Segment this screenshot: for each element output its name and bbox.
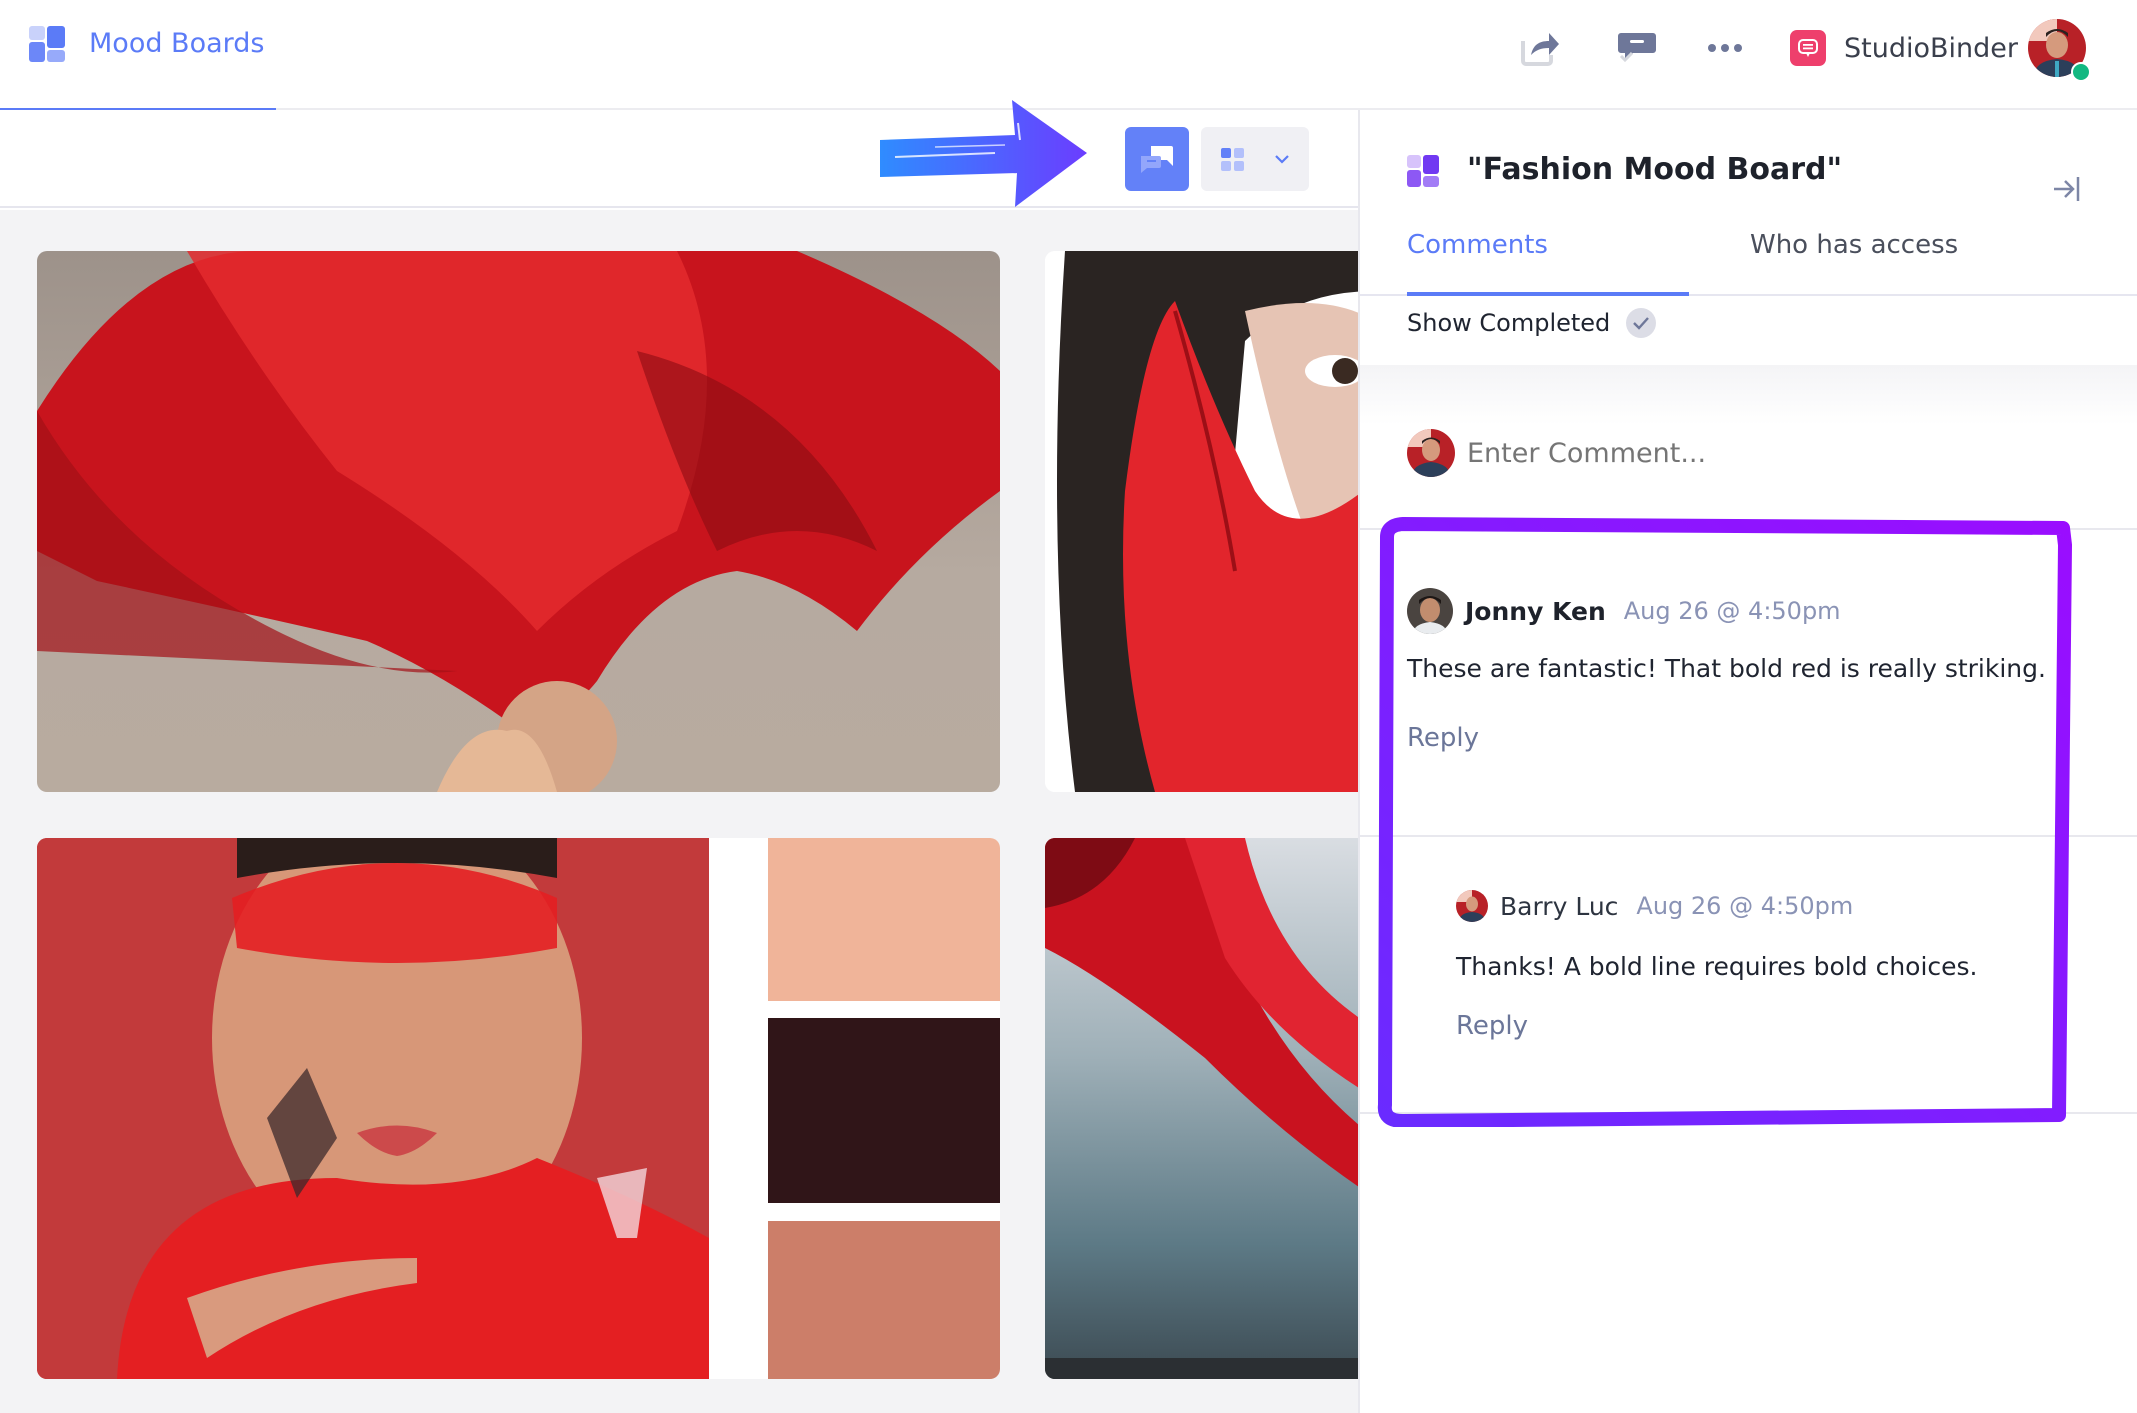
comment-author: Jonny Ken [1465,596,1606,626]
annotation-arrow-icon [880,100,1087,207]
comment-timestamp: Aug 26 @ 4:50pm [1623,597,1841,625]
ellipsis-icon [1708,44,1742,52]
comment-author: Barry Luc [1500,891,1619,921]
show-completed-label: Show Completed [1407,309,1611,337]
check-icon[interactable] [1626,308,1657,338]
comment-item: Jonny Ken Aug 26 @ 4:50pm These are fant… [1407,588,2046,753]
show-completed-toggle[interactable]: Show Completed [1407,308,1657,338]
reply-button[interactable]: Reply [1456,1011,1528,1041]
workspace-name: StudioBinder [1844,32,2018,64]
board-image-red-fabric[interactable] [37,251,1000,792]
view-mode-dropdown[interactable] [1201,127,1309,191]
commenter-avatar[interactable] [1407,588,1453,634]
comments-panel: "Fashion Mood Board" Comments Who has ac… [1358,110,2137,1413]
collapse-panel-button[interactable] [2052,174,2082,204]
top-bar: Mood Boards StudioBinder [0,0,2137,112]
tab-comments[interactable]: Comments [1407,230,1548,260]
online-status-indicator [2071,62,2091,82]
grid-view-icon [1221,148,1244,171]
chevron-down-icon [1275,155,1289,164]
color-palette [731,838,1000,1379]
divider [1360,835,2137,837]
workspace-switcher[interactable]: StudioBinder [1790,30,2018,66]
panel-tabs: Comments Who has access [1360,210,2137,296]
panel-separator-shade [1360,365,2137,425]
comment-check-icon [1618,33,1656,63]
current-user-avatar [1407,429,1455,477]
fabric-sea-photo [1045,838,1358,1379]
tab-mood-boards[interactable]: Mood Boards [0,0,276,112]
divider [1360,528,2137,530]
red-glove-photo [1045,251,1358,792]
tab-who-has-access[interactable]: Who has access [1750,230,1958,260]
comment-body: Thanks! A bold line requires bold choice… [1456,952,1978,981]
butterfly-model-photo [37,838,709,1379]
palette-swatch-dark-maroon[interactable] [768,1018,1000,1203]
board-toolbar [0,110,1358,208]
share-icon [1521,33,1559,66]
reply-button[interactable]: Reply [1407,723,1479,753]
palette-swatch-terracotta[interactable] [768,1221,1000,1379]
palette-swatch-peach[interactable] [768,838,1000,1001]
board-image-red-glove[interactable] [1045,251,1358,792]
comments-status-button[interactable] [1613,24,1661,72]
commenter-avatar[interactable] [1456,890,1488,922]
mood-board-icon [1407,155,1439,187]
comment-input[interactable] [1467,437,2027,469]
divider [1360,1112,2137,1114]
mood-board-logo-icon [29,26,65,62]
board-image-butterfly-model[interactable] [37,838,1000,1379]
more-options-button[interactable] [1701,24,1749,72]
comments-icon [1141,146,1173,173]
comment-input-row[interactable] [1407,428,2087,478]
board-title: "Fashion Mood Board" [1467,152,1843,187]
red-fabric-photo [37,251,1000,792]
comment-timestamp: Aug 26 @ 4:50pm [1636,892,1854,920]
app-title: Mood Boards [89,28,265,59]
comment-body: These are fantastic! That bold red is re… [1407,654,2046,683]
board-image-fabric-sea[interactable] [1045,838,1358,1379]
mood-board-canvas [0,210,1358,1413]
comment-reply-item: Barry Luc Aug 26 @ 4:50pm Thanks! A bold… [1456,890,1978,1041]
active-tab-underline [1407,292,1689,296]
collapse-right-icon [2054,177,2080,201]
toggle-comments-panel-button[interactable] [1125,127,1189,191]
studiobinder-logo-icon [1790,30,1826,66]
share-button[interactable] [1515,24,1563,72]
